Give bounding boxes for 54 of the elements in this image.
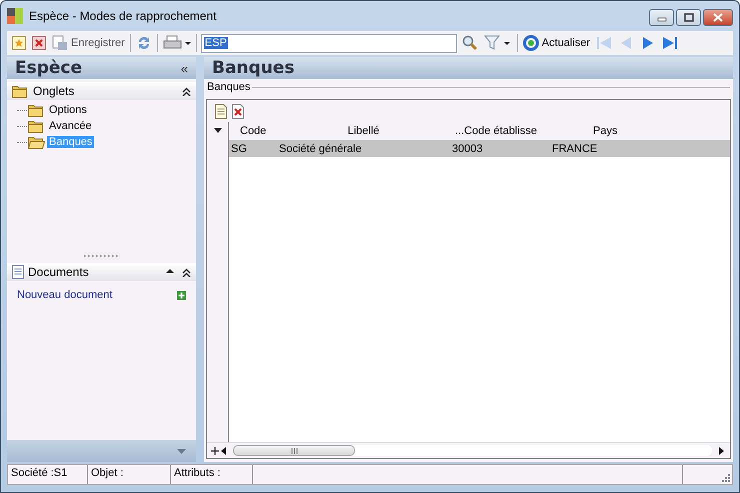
search-field[interactable]: ESP xyxy=(200,34,457,52)
document-icon[interactable] xyxy=(215,104,227,118)
status-field: Objet : xyxy=(91,467,124,479)
scroll-right-icon[interactable] xyxy=(718,446,724,454)
filter-button[interactable] xyxy=(482,34,513,52)
add-icon[interactable] xyxy=(177,290,186,300)
status-field: Attributs : xyxy=(174,467,220,479)
group-label: Banques xyxy=(207,81,250,93)
collapse-icon xyxy=(182,268,191,276)
table-row[interactable]: SG Société générale 30003 FRANCE xyxy=(229,140,730,157)
caret-up-icon xyxy=(166,268,174,272)
column-header[interactable]: ...Code établisse xyxy=(455,125,537,137)
status-field: Société :S1 xyxy=(11,467,68,479)
resize-grip-icon[interactable] xyxy=(721,473,730,482)
new-document-link[interactable]: Nouveau document xyxy=(17,289,112,301)
folder-icon xyxy=(28,104,45,116)
delete-row-icon[interactable] xyxy=(232,104,244,118)
minimize-button[interactable] xyxy=(649,9,674,26)
document-icon xyxy=(12,265,24,279)
scrollbar-thumb[interactable] xyxy=(233,445,355,456)
last-record-button[interactable] xyxy=(661,34,680,52)
table-cell: Société générale xyxy=(279,142,362,154)
maximize-icon xyxy=(684,13,694,22)
new-button[interactable] xyxy=(11,35,27,51)
table-cell: FRANCE xyxy=(552,142,598,154)
table-cell: 30003 xyxy=(452,142,483,154)
window-title: Espèce - Modes de rapprochement xyxy=(29,9,216,23)
close-button[interactable] xyxy=(703,9,733,26)
page-title: Banques xyxy=(212,58,294,78)
section-header[interactable]: Onglets xyxy=(7,82,196,100)
table-cell: SG xyxy=(231,142,247,154)
search-icon[interactable] xyxy=(460,34,479,52)
scroll-left-icon[interactable] xyxy=(221,446,227,454)
collapse-icon xyxy=(182,86,191,96)
sidebar-title: Espèce xyxy=(15,58,82,78)
caret-icon[interactable] xyxy=(214,128,222,133)
collapse-button[interactable]: « xyxy=(180,60,188,76)
plus-icon[interactable] xyxy=(211,446,219,454)
save-icon xyxy=(52,35,68,51)
section-header[interactable]: Documents xyxy=(7,263,196,281)
refresh-button[interactable]: Actualiser xyxy=(522,34,592,52)
app-icon xyxy=(7,8,23,24)
column-header[interactable]: Code xyxy=(240,125,266,137)
refresh-icon xyxy=(522,35,539,51)
tree-item[interactable]: Avancée xyxy=(47,120,94,132)
maximize-button[interactable] xyxy=(676,9,701,26)
close-icon xyxy=(713,13,723,22)
tree-item[interactable]: Options xyxy=(47,104,89,116)
open-folder-icon xyxy=(28,136,45,148)
delete-button[interactable] xyxy=(31,35,47,51)
column-header[interactable]: Pays xyxy=(593,125,618,137)
folder-icon xyxy=(12,84,29,98)
folder-icon xyxy=(28,120,45,132)
column-header[interactable]: Libellé xyxy=(348,125,380,137)
